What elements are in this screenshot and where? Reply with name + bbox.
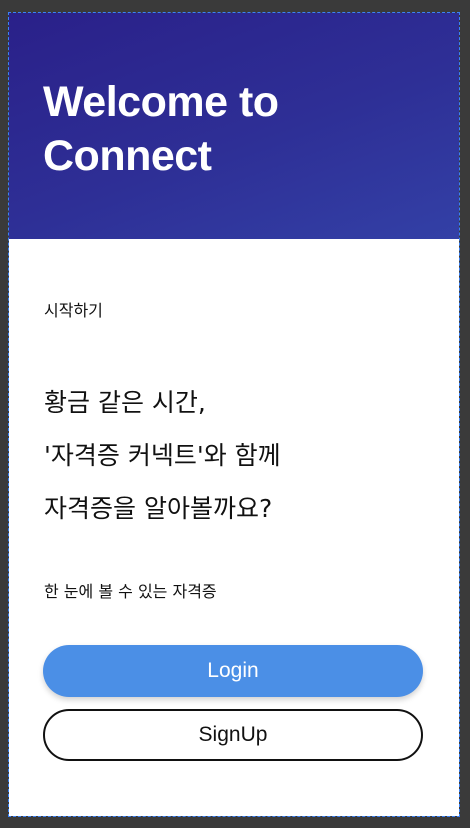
app-screen: Welcome to Connect 시작하기 황금 같은 시간, '자격증 커… [8, 12, 460, 817]
headline-line-1: 황금 같은 시간, [44, 388, 206, 417]
hero-title-line-2: Connect [43, 132, 212, 180]
headline-line-3: 자격증을 알아볼까요? [44, 494, 273, 523]
hero-banner: Welcome to Connect [9, 13, 459, 239]
signup-button[interactable]: SignUp [43, 709, 423, 761]
hero-title: Welcome to Connect [43, 75, 279, 183]
subtext: 한 눈에 볼 수 있는 자격증 [44, 582, 217, 601]
login-button[interactable]: Login [43, 645, 423, 697]
signup-button-label: SignUp [198, 723, 268, 746]
hero-title-line-1: Welcome to [43, 78, 279, 126]
headline-line-2: '자격증 커넥트'와 함께 [44, 441, 281, 470]
login-button-label: Login [207, 659, 259, 682]
start-label: 시작하기 [44, 301, 103, 320]
headline: 황금 같은 시간, '자격증 커넥트'와 함께 자격증을 알아볼까요? [44, 376, 281, 535]
